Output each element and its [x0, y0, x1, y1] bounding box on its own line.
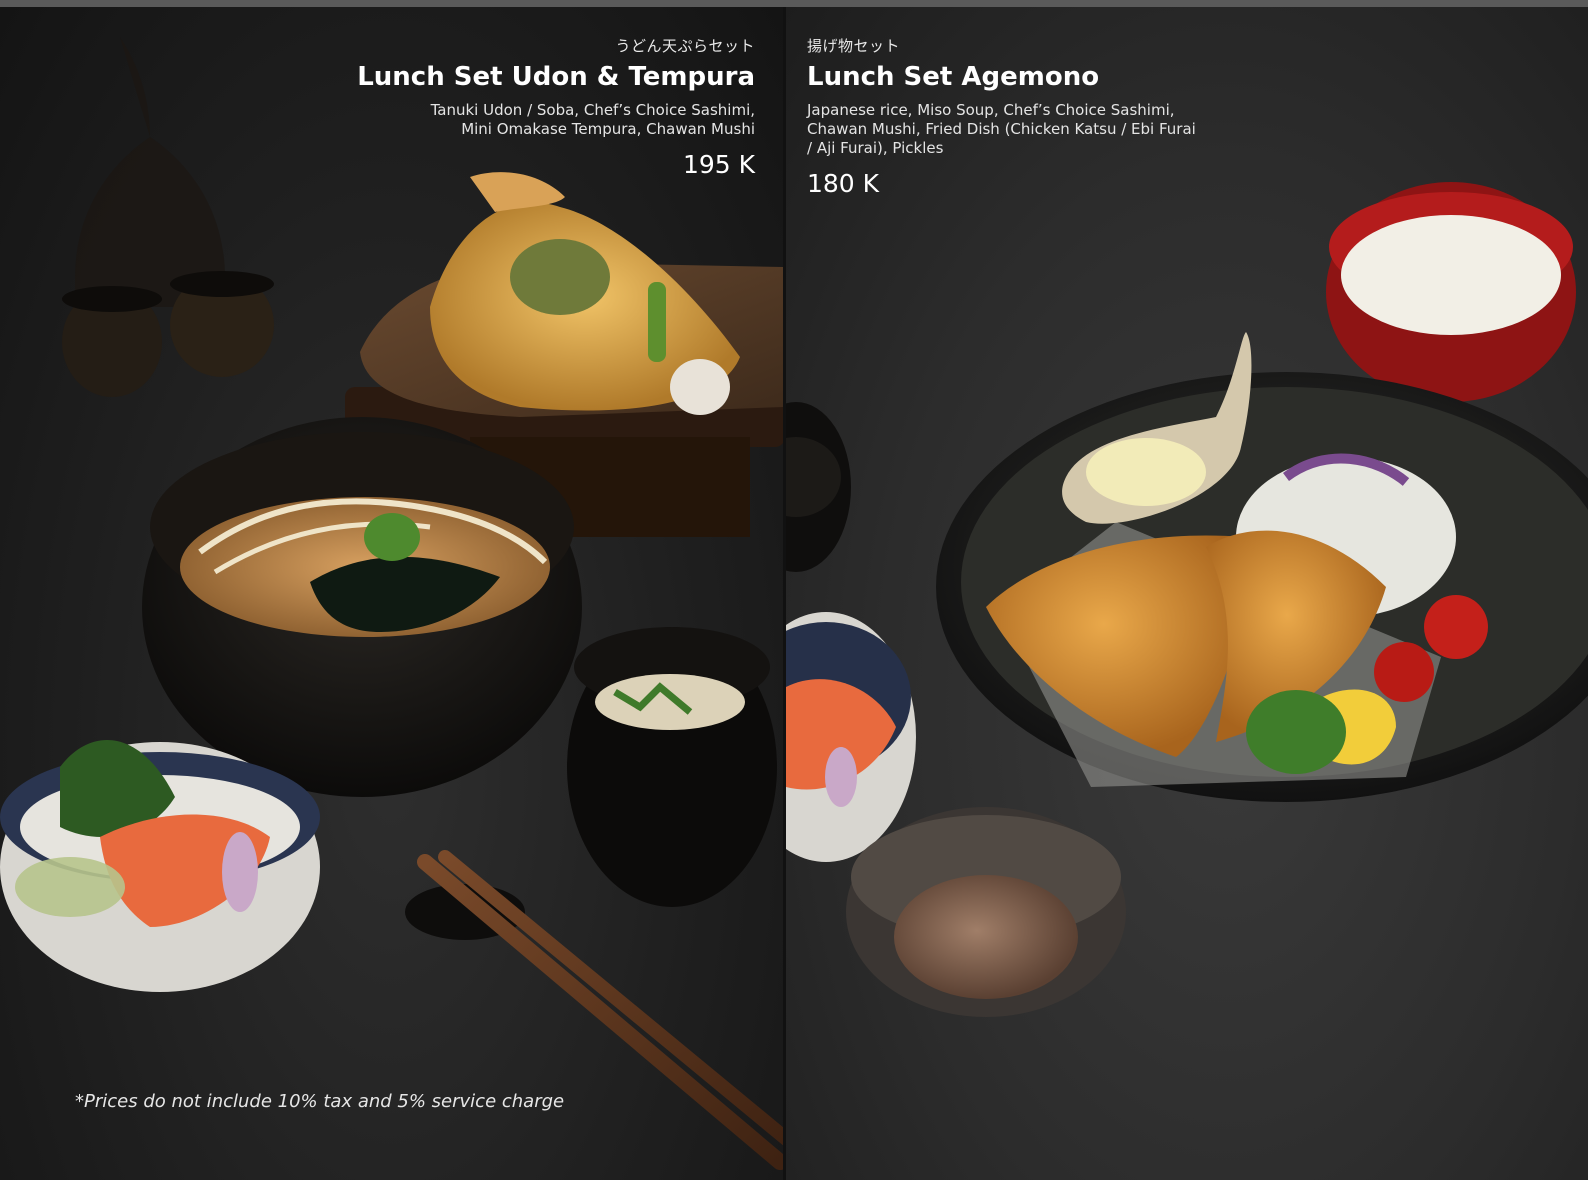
japanese-title: うどん天ぷらセット	[615, 37, 755, 55]
price-footnote: *Prices do not include 10% tax and 5% se…	[75, 1091, 565, 1112]
dish-price: 195 K	[682, 150, 755, 179]
description-line: Chawan Mushi, Fried Dish (Chicken Katsu …	[807, 120, 1196, 138]
udon-tempura-text: うどん天ぷらセット Lunch Set Udon & Tempura Tanuk…	[335, 35, 755, 179]
dish-title: Lunch Set Agemono	[807, 62, 1100, 92]
description-line: Tanuki Udon / Soba, Chef’s Choice Sashim…	[430, 101, 755, 119]
dish-price: 180 K	[807, 169, 880, 198]
top-edge-strip	[0, 0, 1588, 7]
agemono-text: 揚げ物セット Lunch Set Agemono Japanese rice, …	[807, 35, 1207, 198]
udon-tempura-photo	[0, 37, 783, 1170]
japanese-title: 揚げ物セット	[807, 37, 901, 55]
dish-description: Japanese rice, Miso Soup, Chef’s Choice …	[807, 101, 1207, 158]
description-line: Mini Omakase Tempura, Chawan Mushi	[461, 120, 755, 138]
description-line: / Aji Furai), Pickles	[807, 139, 944, 157]
menu-page-agemono: 揚げ物セット Lunch Set Agemono Japanese rice, …	[786, 7, 1588, 1180]
dish-title: Lunch Set Udon & Tempura	[357, 62, 755, 92]
description-line: Japanese rice, Miso Soup, Chef’s Choice …	[807, 101, 1175, 119]
dish-description: Tanuki Udon / Soba, Chef’s Choice Sashim…	[335, 101, 755, 139]
menu-page-udon-tempura: うどん天ぷらセット Lunch Set Udon & Tempura Tanuk…	[0, 7, 783, 1180]
